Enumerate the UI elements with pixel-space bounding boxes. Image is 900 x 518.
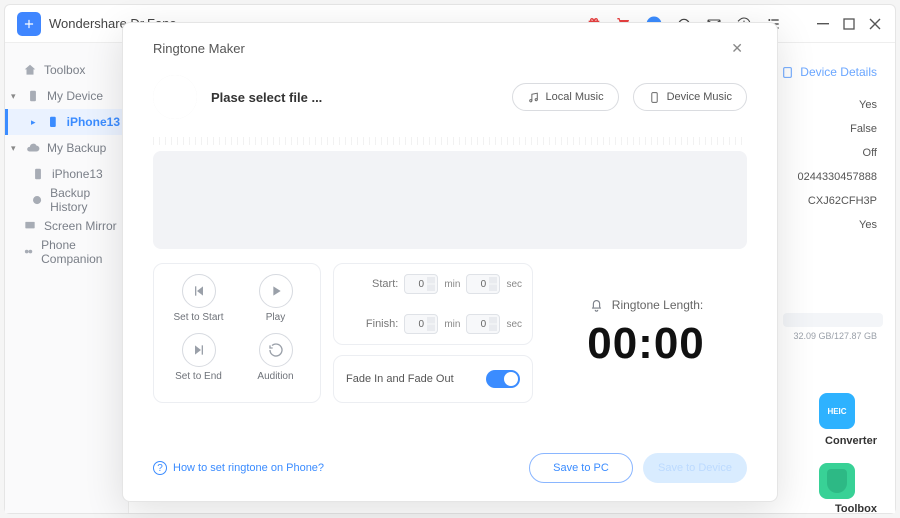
home-icon xyxy=(23,63,37,77)
length-panel: Ringtone Length: 00:00 xyxy=(545,263,747,403)
help-icon: ? xyxy=(153,461,167,475)
sidebar-item-iphone13[interactable]: ▸iPhone13 xyxy=(5,109,128,135)
fade-toggle[interactable] xyxy=(486,370,520,388)
sidebar-item-my-device[interactable]: ▾My Device xyxy=(5,83,128,109)
save-to-device-button[interactable]: Save to Device xyxy=(643,453,747,483)
modal-header: Ringtone Maker ✕ xyxy=(153,35,747,61)
device-music-button[interactable]: Device Music xyxy=(633,83,747,111)
fade-label: Fade In and Fade Out xyxy=(346,373,454,385)
device-value: Yes xyxy=(797,213,877,237)
modal-title: Ringtone Maker xyxy=(153,41,245,56)
close-button[interactable] xyxy=(869,17,883,31)
storage-bar xyxy=(783,313,883,327)
save-to-pc-button[interactable]: Save to PC xyxy=(529,453,633,483)
storage-text: 32.09 GB/127.87 GB xyxy=(793,331,877,341)
finish-min-input[interactable]: 0 xyxy=(404,314,438,334)
heic-card[interactable]: HEIC xyxy=(819,393,855,429)
finish-time-row: Finish: 0 min 0 sec xyxy=(334,304,532,344)
device-value: CXJ62CFH3P xyxy=(797,189,877,213)
sidebar-item-backup-iphone13[interactable]: iPhone13 xyxy=(5,161,128,187)
select-file-label: Plase select file ... xyxy=(211,90,498,105)
toolbox-label: Toolbox xyxy=(835,503,877,515)
maximize-button[interactable] xyxy=(843,17,857,31)
device-value: Yes xyxy=(797,93,877,117)
length-label-row: Ringtone Length: xyxy=(589,298,703,313)
set-to-start-button[interactable]: Set to Start xyxy=(160,274,237,333)
waveform-area[interactable] xyxy=(153,151,747,249)
sidebar-item-screen-mirror[interactable]: Screen Mirror xyxy=(5,213,128,239)
time-ruler xyxy=(153,137,747,145)
start-min-input[interactable]: 0 xyxy=(404,274,438,294)
sidebar-item-phone-companion[interactable]: Phone Companion xyxy=(5,239,128,265)
finish-sec-input[interactable]: 0 xyxy=(466,314,500,334)
modal-footer: ?How to set ringtone on Phone? Save to P… xyxy=(153,437,747,483)
sidebar-item-backup-history[interactable]: Backup History xyxy=(5,187,128,213)
device-value: False xyxy=(797,117,877,141)
phone-icon xyxy=(26,89,40,103)
set-to-end-button[interactable]: Set to End xyxy=(160,333,237,392)
ringtone-maker-modal: Ringtone Maker ✕ Plase select file ... L… xyxy=(122,22,778,502)
ringtone-length-value: 00:00 xyxy=(587,319,705,369)
select-file-row: Plase select file ... Local Music Device… xyxy=(153,75,747,119)
help-link[interactable]: ?How to set ringtone on Phone? xyxy=(153,461,324,475)
time-panel: Start: 0 min 0 sec Finish: 0 min 0 sec xyxy=(333,263,533,345)
clock-icon xyxy=(31,193,43,207)
record-icon xyxy=(153,75,197,119)
control-panels: Set to Start Play Set to End Audition St… xyxy=(153,263,747,403)
sidebar-item-toolbox[interactable]: Toolbox xyxy=(5,57,128,83)
device-value: Off xyxy=(797,141,877,165)
close-icon[interactable]: ✕ xyxy=(727,36,747,61)
start-label: Start: xyxy=(358,278,398,290)
device-value: 0244330457888 xyxy=(797,165,877,189)
app-logo xyxy=(17,12,41,36)
toolbox-card[interactable] xyxy=(819,463,855,499)
chevron-down-icon: ▾ xyxy=(11,91,19,102)
finish-label: Finish: xyxy=(358,318,398,330)
chevron-down-icon: ▾ xyxy=(11,143,19,154)
monitor-icon xyxy=(23,219,37,233)
link-icon xyxy=(23,245,34,259)
playback-panel: Set to Start Play Set to End Audition xyxy=(153,263,321,403)
play-button[interactable]: Play xyxy=(237,274,314,333)
device-values: Yes False Off 0244330457888 CXJ62CFH3P Y… xyxy=(797,93,877,237)
heic-label: Converter xyxy=(825,435,877,447)
cloud-icon xyxy=(26,141,40,155)
sidebar-item-my-backup[interactable]: ▾My Backup xyxy=(5,135,128,161)
start-sec-input[interactable]: 0 xyxy=(466,274,500,294)
chevron-right-icon: ▸ xyxy=(31,117,39,128)
phone-icon xyxy=(31,167,45,181)
phone-icon xyxy=(46,115,60,129)
audition-button[interactable]: Audition xyxy=(237,333,314,392)
sidebar: Toolbox ▾My Device ▸iPhone13 ▾My Backup … xyxy=(5,43,129,513)
bell-icon xyxy=(589,298,604,313)
start-time-row: Start: 0 min 0 sec xyxy=(334,264,532,304)
footer-buttons: Save to PC Save to Device xyxy=(529,453,747,483)
device-details-link[interactable]: Device Details xyxy=(781,65,877,79)
local-music-button[interactable]: Local Music xyxy=(512,83,619,111)
fade-toggle-row: Fade In and Fade Out xyxy=(333,355,533,403)
minimize-button[interactable] xyxy=(817,17,831,31)
